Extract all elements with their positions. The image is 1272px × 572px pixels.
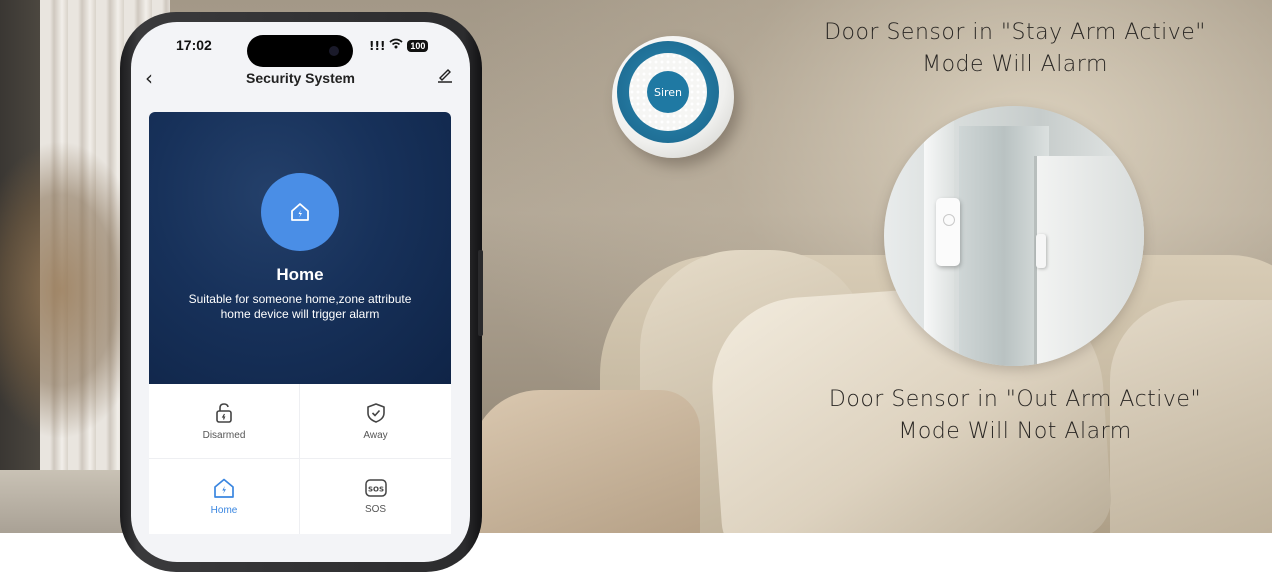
mode-hero-card: Home Suitable for someone home,zone attr… (149, 112, 451, 384)
mode-label: Disarmed (202, 429, 246, 441)
dynamic-island (247, 35, 353, 67)
shield-check-icon (366, 402, 385, 423)
signal-icon: !!! (369, 38, 386, 53)
svg-text:SOS: SOS (367, 486, 383, 494)
camera-icon (329, 46, 339, 56)
home-shield-icon (261, 173, 339, 251)
wifi-icon (389, 38, 403, 53)
siren-device: Siren (612, 36, 734, 158)
mode-name: Home (276, 265, 324, 284)
mode-disarmed-button[interactable]: Disarmed (149, 384, 300, 459)
siren-ring: Siren (617, 41, 719, 143)
caption-top-line2: Mode Will Alarm (922, 52, 1108, 77)
battery-icon: 100 (407, 39, 429, 52)
sos-icon: SOS (364, 479, 387, 497)
caption-bottom-line2: Mode Will Not Alarm (898, 419, 1132, 444)
door-panel (1034, 156, 1144, 366)
mode-home-button[interactable]: Home (149, 459, 300, 534)
phone-screen: 17:02 !!! 100 ‹ Security System Home Sui… (131, 22, 470, 562)
siren-grille: Siren (629, 53, 707, 131)
unlock-icon (216, 402, 232, 423)
mode-away-button[interactable]: Away (300, 384, 451, 459)
sensor-led (943, 214, 955, 226)
caption-out-arm: Door Sensor in "Out Arm Active" Mode Wil… (790, 384, 1240, 448)
siren-label: Siren (647, 71, 689, 113)
blanket (470, 390, 700, 533)
door-sensor-closeup (884, 106, 1144, 366)
door-magnet (1036, 234, 1046, 268)
phone-side-button (478, 250, 483, 336)
home-icon (214, 478, 234, 498)
status-icons: !!! 100 (369, 38, 429, 53)
mode-label: Home (210, 505, 238, 516)
caption-bottom-line1: Door Sensor in "Out Arm Active" (828, 387, 1202, 412)
edit-icon[interactable] (437, 67, 453, 87)
mode-sos-button[interactable]: SOS SOS (300, 459, 451, 534)
caption-top-line1: Door Sensor in "Stay Arm Active" (824, 20, 1206, 45)
caption-stay-arm: Door Sensor in "Stay Arm Active" Mode Wi… (790, 17, 1240, 81)
mode-label: Away (363, 429, 388, 441)
page-title: Security System (246, 70, 355, 86)
mode-grid: Disarmed Away Home SOS SOS (149, 384, 451, 534)
nav-bar: ‹ Security System (131, 66, 470, 96)
door-sensor (936, 198, 960, 266)
mode-label: SOS (364, 504, 387, 515)
status-time: 17:02 (176, 37, 212, 53)
mode-description: Suitable for someone home,zone attribute… (188, 292, 412, 321)
